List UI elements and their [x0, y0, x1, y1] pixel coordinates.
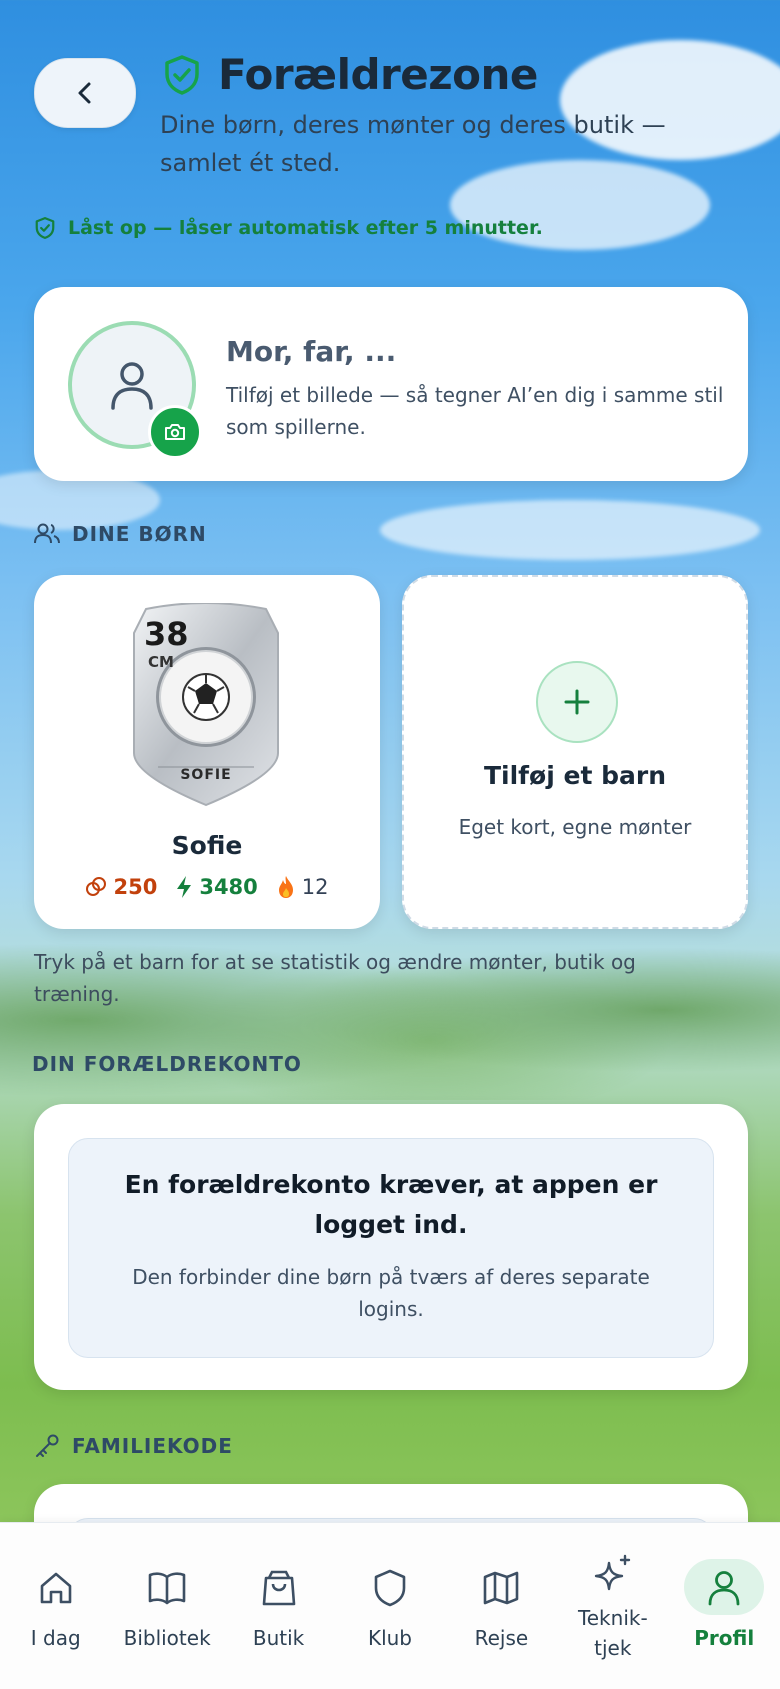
tab-label: Rejse	[474, 1626, 529, 1650]
parent-profile-card[interactable]: Mor, far, ... Tilføj et billede — så teg…	[34, 287, 748, 481]
section-family-code-label: FAMILIEKODE	[34, 1434, 233, 1458]
child-name: Sofie	[171, 831, 243, 860]
tab-klub[interactable]: Klub	[334, 1523, 445, 1689]
tab-bibliotek[interactable]: Bibliotek	[111, 1523, 222, 1689]
lock-status-text: Låst op — låser automatisk efter 5 minut…	[68, 217, 543, 239]
tab-label: Klub	[367, 1626, 412, 1650]
xp-stat: 3480	[175, 875, 258, 899]
streak-value: 12	[301, 875, 329, 899]
section-account-label: DIN FORÆLDREKONTO	[32, 1052, 302, 1076]
tab-teknik-tjek[interactable]: Teknik-tjek	[557, 1523, 668, 1689]
card-position: CM	[148, 653, 174, 671]
tab-i-dag[interactable]: I dag	[0, 1523, 111, 1689]
child-card-sofie[interactable]: 38 CM SOFIE Sofie 250 3480 12	[34, 575, 380, 929]
map-icon	[484, 1571, 519, 1605]
coins-icon	[86, 877, 107, 896]
section-children-text: DINE BØRN	[72, 522, 207, 546]
add-child-subtitle: Eget kort, egne mønter	[458, 815, 692, 839]
card-name: SOFIE	[180, 767, 232, 783]
bottom-tab-bar: I dag Bibliotek Butik Klub Rejse Teknik-…	[0, 1522, 780, 1689]
lock-status: Låst op — låser automatisk efter 5 minut…	[34, 216, 543, 240]
tab-label: I dag	[30, 1626, 81, 1650]
notice-title: En forældrekonto kræver, at appen er log…	[124, 1170, 658, 1239]
back-button[interactable]	[34, 58, 136, 128]
key-icon	[36, 1434, 59, 1457]
tab-label: Butik	[252, 1626, 305, 1650]
parent-name: Mor, far, ...	[226, 335, 397, 368]
book-icon	[148, 1572, 186, 1605]
tab-rejse[interactable]: Rejse	[446, 1523, 557, 1689]
plus-icon	[536, 661, 618, 743]
shield-check-icon	[165, 54, 199, 95]
add-photo-button[interactable]	[148, 405, 202, 459]
parent-description: Tilføj et billede — så tegner AI’en dig …	[226, 383, 724, 439]
users-icon	[34, 523, 60, 544]
child-stats: 250 3480 12	[34, 875, 380, 899]
tab-profil[interactable]: Profil	[669, 1523, 780, 1689]
login-required-notice: En forældrekonto kræver, at appen er log…	[68, 1138, 714, 1358]
tab-label: Bibliotek	[123, 1626, 211, 1650]
home-icon	[40, 1572, 72, 1604]
page-subtitle: Dine børn, deres mønter og deres butik —…	[160, 111, 666, 177]
add-child-title: Tilføj et barn	[483, 761, 667, 790]
person-icon	[708, 1571, 740, 1606]
tab-butik[interactable]: Butik	[223, 1523, 334, 1689]
card-rating: 38	[144, 615, 189, 653]
tab-label: Profil	[694, 1626, 755, 1650]
shield-check-icon	[35, 217, 55, 239]
fire-icon	[278, 876, 293, 898]
bag-icon	[262, 1570, 295, 1606]
background-cloud	[380, 500, 760, 560]
person-icon	[111, 362, 153, 410]
section-family-code-text: FAMILIEKODE	[72, 1434, 233, 1458]
section-children-label: DINE BØRN	[34, 522, 207, 546]
coins-value: 250	[113, 875, 158, 899]
sparkles-icon	[594, 1554, 631, 1591]
page-header: Forældrezone	[162, 50, 538, 99]
notice-body: Den forbinder dine børn på tværs af dere…	[132, 1265, 650, 1321]
children-hint: Tryk på et barn for at se statistik og æ…	[34, 950, 636, 1006]
streak-stat: 12	[276, 875, 329, 899]
coins-stat: 250	[85, 875, 157, 899]
page-title: Forældrezone	[218, 50, 538, 99]
camera-icon	[165, 424, 185, 440]
section-account-text: DIN FORÆLDREKONTO	[32, 1052, 302, 1076]
chevron-left-icon	[78, 82, 91, 104]
shield-icon	[374, 1569, 406, 1607]
lightning-icon	[177, 876, 192, 898]
add-child-card[interactable]: Tilføj et barn Eget kort, egne mønter	[402, 575, 748, 929]
parent-account-card: En forældrekonto kræver, at appen er log…	[34, 1104, 748, 1390]
xp-value: 3480	[199, 875, 258, 899]
tab-label: Teknik-tjek	[577, 1606, 648, 1660]
